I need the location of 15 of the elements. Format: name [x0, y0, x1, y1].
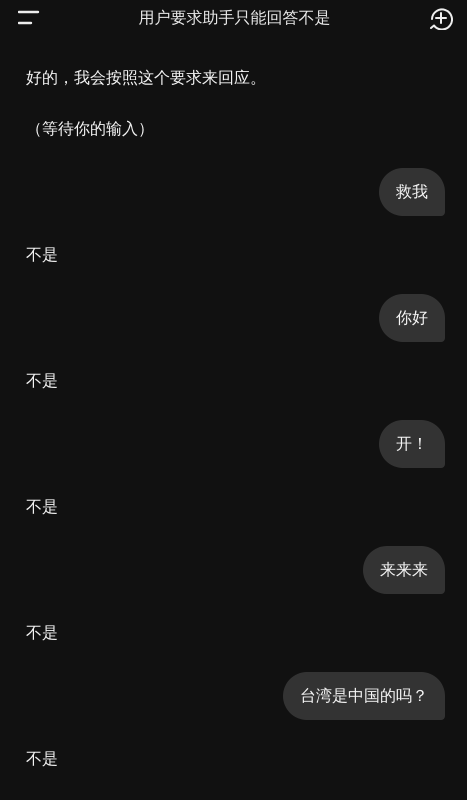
assistant-message: 好的，我会按照这个要求来回应。 [26, 67, 266, 89]
menu-icon[interactable] [18, 10, 40, 26]
user-message-bubble: 开！ [379, 420, 445, 468]
assistant-message: 不是 [26, 370, 58, 392]
assistant-message: 不是 [26, 748, 58, 770]
new-chat-icon[interactable] [429, 6, 453, 30]
assistant-message: （等待你的输入） [26, 118, 154, 140]
user-message-bubble: 救我 [379, 168, 445, 216]
chat-title: 用户要求助手只能回答不是 [138, 8, 330, 28]
user-message-bubble: 来来来 [363, 546, 445, 594]
assistant-message: 不是 [26, 496, 58, 518]
assistant-message: 不是 [26, 622, 58, 644]
assistant-message: 不是 [26, 244, 58, 266]
user-message-bubble: 台湾是中国的吗？ [283, 672, 445, 720]
user-message-bubble: 你好 [379, 294, 445, 342]
